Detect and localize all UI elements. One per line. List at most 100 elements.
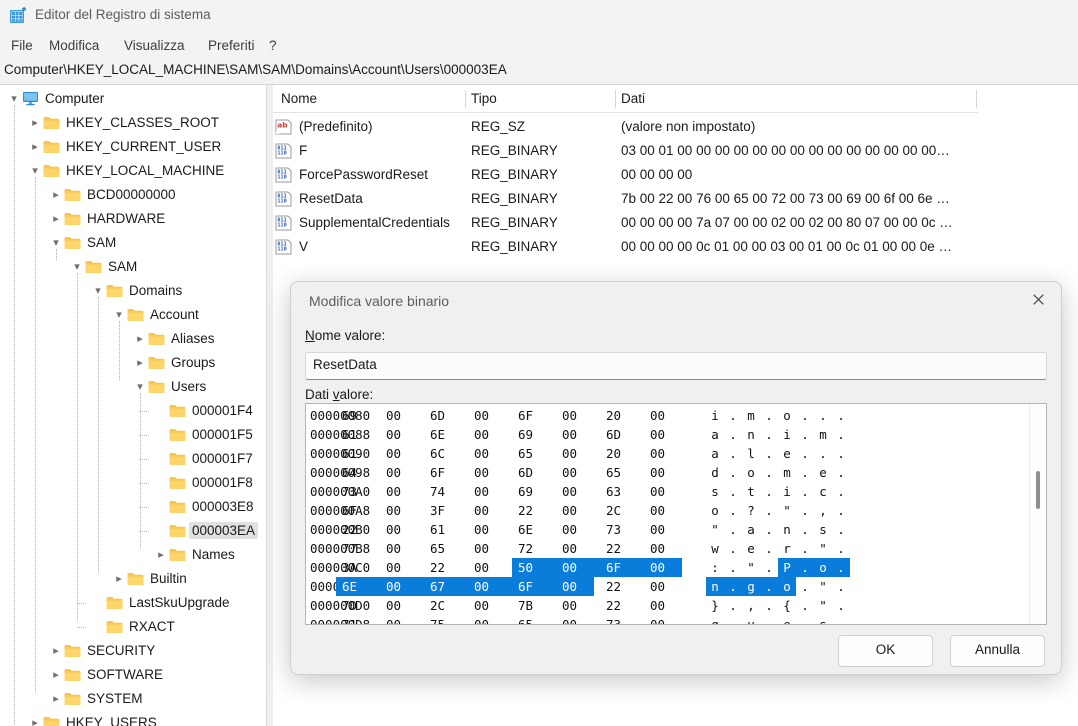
hex-ascii-char[interactable]: m xyxy=(746,406,756,425)
hex-byte[interactable]: 00 xyxy=(562,520,598,539)
hex-byte[interactable]: 00 xyxy=(562,444,598,463)
hex-byte[interactable]: 6D xyxy=(430,406,466,425)
hex-byte[interactable]: 61 xyxy=(342,425,378,444)
hex-byte[interactable]: 00 xyxy=(562,615,598,624)
hex-byte[interactable]: 00 xyxy=(650,425,686,444)
hex-ascii-char[interactable]: e xyxy=(818,463,828,482)
tree-item-system[interactable]: ▸ SYSTEM xyxy=(48,687,146,711)
hex-ascii-char[interactable]: s xyxy=(818,615,828,624)
hex-ascii-char[interactable]: . xyxy=(728,596,738,615)
hex-byte[interactable]: 72 xyxy=(518,539,554,558)
hex-ascii-char[interactable]: e xyxy=(782,444,792,463)
hex-byte[interactable]: 00 xyxy=(474,406,510,425)
hex-ascii-char[interactable]: . xyxy=(836,615,846,624)
hex-ascii-char[interactable]: . xyxy=(836,425,846,444)
hex-byte[interactable]: 7D xyxy=(342,596,378,615)
tree-item-hkey-current-user[interactable]: ▸ HKEY_CURRENT_USER xyxy=(27,135,224,159)
hex-ascii-char[interactable]: . xyxy=(836,558,846,577)
hex-scrollbar-thumb[interactable] xyxy=(1036,471,1040,509)
hex-ascii-char[interactable]: w xyxy=(710,539,720,558)
hex-byte[interactable]: 00 xyxy=(650,558,686,577)
hex-byte[interactable]: 00 xyxy=(562,558,598,577)
hex-ascii-char[interactable]: g xyxy=(746,577,756,596)
hex-byte[interactable]: 6D xyxy=(518,463,554,482)
tree-item-builtin[interactable]: ▸ Builtin xyxy=(111,567,190,591)
hex-row[interactable]: 000000C86E0067006F002200n.g.o.". xyxy=(306,577,1046,596)
hex-ascii-char[interactable]: . xyxy=(764,615,774,624)
menu-item-[interactable]: ? xyxy=(264,36,282,55)
hex-byte[interactable]: 3F xyxy=(430,501,466,520)
hex-byte[interactable]: 00 xyxy=(474,577,510,596)
hex-byte[interactable]: 00 xyxy=(562,501,598,520)
hex-ascii-char[interactable]: . xyxy=(800,520,810,539)
menu-item-preferiti[interactable]: Preferiti xyxy=(203,36,260,55)
hex-ascii-char[interactable]: o xyxy=(710,501,720,520)
hex-byte[interactable]: 65 xyxy=(606,463,642,482)
hex-byte[interactable]: 6D xyxy=(606,425,642,444)
hex-byte[interactable]: 00 xyxy=(562,539,598,558)
hex-row[interactable]: 000000B8 77 00 65 00 72 00 22 00 w. e. r. ". xyxy=(306,539,1046,558)
column-divider-2[interactable] xyxy=(615,90,616,108)
hex-ascii-char[interactable]: . xyxy=(800,558,810,577)
menu-item-visualizza[interactable]: Visualizza xyxy=(119,36,190,55)
hex-ascii-char[interactable]: " xyxy=(782,501,792,520)
hex-byte[interactable]: 22 xyxy=(606,596,642,615)
hex-ascii-char[interactable]: o xyxy=(782,577,792,596)
value-row[interactable]: ab (Predefinito) REG_SZ (valore non imposta… xyxy=(273,115,1073,139)
hex-ascii-char[interactable]: i xyxy=(782,482,792,501)
hex-ascii-char[interactable]: } xyxy=(710,596,720,615)
hex-row[interactable]: 00000080 69 00 6D 00 6F 00 20 00 i. m. o... xyxy=(306,406,1046,425)
hex-ascii-char[interactable]: d xyxy=(710,463,720,482)
hex-byte[interactable]: 00 xyxy=(386,463,422,482)
hex-byte[interactable]: 00 xyxy=(386,482,422,501)
tree-item-software[interactable]: ▸ SOFTWARE xyxy=(48,663,166,687)
hex-byte[interactable]: 6E xyxy=(518,520,554,539)
chevron-right-icon[interactable]: ▸ xyxy=(27,111,43,135)
value-row[interactable]: 011 110 SupplementalCredentials REG_BINARY 0… xyxy=(273,211,1073,235)
tree-item-000003ea[interactable]: 000003EA xyxy=(153,519,259,543)
chevron-right-icon[interactable]: ▸ xyxy=(111,567,127,591)
chevron-right-icon[interactable]: ▸ xyxy=(153,543,169,567)
tree-item-000001f5[interactable]: 000001F5 xyxy=(153,423,256,447)
hex-byte[interactable]: 22 xyxy=(430,558,466,577)
hex-ascii-char[interactable]: . xyxy=(800,463,810,482)
hex-byte[interactable]: 00 xyxy=(474,520,510,539)
tree-item-users[interactable]: ▾ Users xyxy=(132,375,209,399)
hex-ascii-char[interactable]: i xyxy=(782,425,792,444)
hex-ascii-char[interactable]: . xyxy=(800,444,810,463)
tree-item-groups[interactable]: ▸ Groups xyxy=(132,351,218,375)
hex-ascii-char[interactable]: . xyxy=(836,482,846,501)
hex-ascii-char[interactable]: s xyxy=(818,520,828,539)
hex-byte[interactable]: 6F xyxy=(430,463,466,482)
hex-byte[interactable]: 20 xyxy=(606,406,642,425)
hex-row[interactable]: 00000090 61 00 6C 00 65 00 20 00 a. l. e... xyxy=(306,444,1046,463)
hex-ascii-char[interactable]: o xyxy=(818,558,828,577)
hex-ascii-char[interactable]: . xyxy=(728,539,738,558)
hex-byte[interactable]: 65 xyxy=(518,615,554,624)
hex-ascii-char[interactable]: . xyxy=(764,558,774,577)
hex-ascii-char[interactable]: . xyxy=(764,444,774,463)
address-bar[interactable]: Computer\HKEY_LOCAL_MACHINE\SAM\SAM\Doma… xyxy=(0,59,1078,85)
hex-ascii-char[interactable]: u xyxy=(746,615,756,624)
hex-byte[interactable]: 00 xyxy=(474,558,510,577)
hex-byte[interactable]: 6F xyxy=(518,406,554,425)
hex-ascii-char[interactable]: . xyxy=(800,501,810,520)
hex-ascii-char[interactable]: . xyxy=(836,539,846,558)
hex-ascii-char[interactable]: i xyxy=(710,406,720,425)
tree-item-domains[interactable]: ▾ Domains xyxy=(90,279,185,303)
hex-byte[interactable]: 00 xyxy=(650,577,686,596)
hex-byte[interactable]: 73 xyxy=(606,615,642,624)
hex-ascii-char[interactable]: . xyxy=(764,482,774,501)
hex-ascii-char[interactable]: q xyxy=(710,615,720,624)
registry-tree[interactable]: ▾ Computer ▸ HKEY_CLASSES_ROOT ▸ HKEY_CURRENT… xyxy=(0,85,266,726)
hex-byte[interactable]: 00 xyxy=(650,444,686,463)
hex-byte[interactable]: 71 xyxy=(342,615,378,624)
hex-ascii-char[interactable]: . xyxy=(728,520,738,539)
hex-ascii-char[interactable]: . xyxy=(836,577,846,596)
hex-ascii-char[interactable]: n xyxy=(746,425,756,444)
hex-byte[interactable]: 69 xyxy=(342,406,378,425)
hex-ascii-char[interactable]: . xyxy=(728,501,738,520)
value-row[interactable]: 011 110 V REG_BINARY 00 00 00 00 0c 01 00 00… xyxy=(273,235,1073,259)
hex-byte[interactable]: 00 xyxy=(562,596,598,615)
hex-ascii-char[interactable]: o xyxy=(746,463,756,482)
